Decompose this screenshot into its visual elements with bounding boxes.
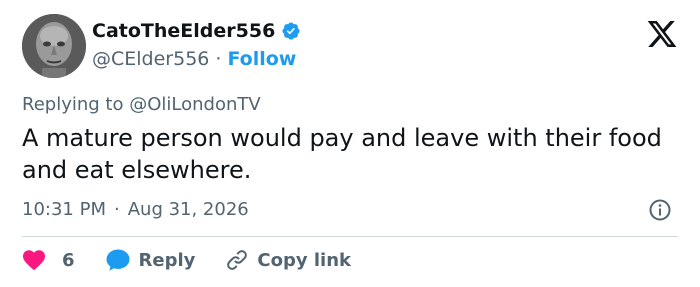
author-handle-row: @CElder556 · Follow xyxy=(92,48,296,70)
verified-badge-icon xyxy=(282,22,300,40)
like-count: 6 xyxy=(62,249,75,271)
replying-to-prefix: Replying to xyxy=(22,94,124,115)
copy-link-button[interactable]: Copy link xyxy=(225,248,351,272)
copy-link-label: Copy link xyxy=(257,249,351,271)
author-name-row: CatoTheElder556 xyxy=(92,20,301,42)
like-button[interactable]: 6 xyxy=(22,249,75,271)
tweet-time: 10:31 PM xyxy=(22,199,106,220)
reply-label: Reply xyxy=(138,249,196,271)
tweet-card: CatoTheElder556 @CElder556 · Follow Repl… xyxy=(0,0,700,287)
handle-separator: · xyxy=(215,48,222,70)
speech-bubble-icon xyxy=(106,249,130,271)
action-bar: 6 Reply Copy link xyxy=(22,247,381,273)
tweet-date: Aug 31, 2026 xyxy=(127,199,249,220)
x-logo-icon[interactable] xyxy=(646,18,678,50)
follow-button[interactable]: Follow xyxy=(227,48,296,70)
replying-to: Replying to @OliLondonTV xyxy=(22,94,261,115)
link-icon xyxy=(227,250,248,270)
divider xyxy=(22,236,678,237)
display-name[interactable]: CatoTheElder556 xyxy=(92,20,275,42)
info-icon[interactable] xyxy=(648,198,672,222)
timestamp-separator: · xyxy=(113,199,120,220)
avatar-image xyxy=(22,14,86,78)
reply-button[interactable]: Reply xyxy=(105,248,196,272)
replying-to-mention[interactable]: @OliLondonTV xyxy=(129,94,260,115)
handle[interactable]: @CElder556 xyxy=(92,48,209,70)
tweet-text: A mature person would pay and leave with… xyxy=(22,124,662,184)
tweet-timestamp[interactable]: 10:31 PM · Aug 31, 2026 xyxy=(22,199,249,220)
heart-icon xyxy=(23,250,45,271)
avatar[interactable] xyxy=(22,14,86,78)
